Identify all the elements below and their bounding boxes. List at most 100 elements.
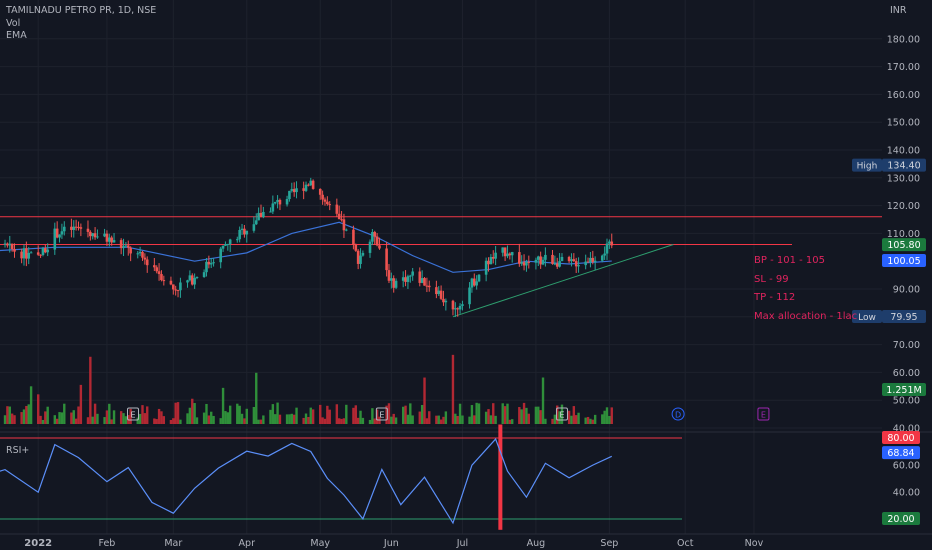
candle-body	[454, 308, 457, 310]
volume-bar	[404, 405, 407, 424]
volume-bar	[368, 419, 372, 424]
volume-bar	[58, 412, 61, 424]
candle-body	[226, 243, 230, 245]
candle-body	[153, 265, 156, 268]
candle-body	[318, 188, 322, 195]
volume-bar	[141, 405, 144, 424]
candle-body	[368, 241, 372, 253]
candle-body	[451, 300, 455, 310]
candle-body	[489, 257, 493, 265]
volume-bar	[501, 403, 504, 424]
ema-legend[interactable]: EMA	[6, 30, 27, 41]
volume-bar	[174, 402, 177, 424]
volume-bar	[309, 407, 312, 424]
volume-bar	[387, 403, 391, 424]
volume-bar	[418, 411, 421, 424]
volume-bar	[70, 412, 73, 424]
candle-body	[541, 259, 545, 265]
candle-body	[608, 241, 611, 244]
time-tick-label: Nov	[745, 538, 764, 549]
candle-body	[605, 243, 609, 254]
candle-body	[551, 254, 554, 264]
candle-body	[254, 220, 258, 225]
volume-bar	[572, 406, 576, 424]
candle-body	[91, 233, 95, 237]
candle-body	[25, 248, 28, 259]
candle-body	[437, 290, 441, 295]
candle-body	[487, 260, 490, 265]
volume-bar	[503, 406, 507, 424]
candle-body	[96, 236, 99, 238]
candle-body	[219, 248, 222, 263]
candle-body	[36, 252, 40, 255]
symbol-title[interactable]: TAMILNADU PETRO PR, 1D, NSE	[6, 5, 156, 16]
volume-bar	[494, 415, 497, 424]
candle-body	[534, 259, 538, 263]
candle-body	[207, 261, 211, 265]
rsi-legend[interactable]: RSI+	[6, 445, 29, 456]
earnings-marker-label: E	[761, 411, 766, 420]
volume-bar	[319, 404, 322, 424]
chart-canvas[interactable]: E E E D E 180.00 170.00 160.00 150.00 140.00 130.…	[0, 0, 932, 550]
candle-body	[188, 275, 192, 281]
volume-bar	[240, 413, 244, 424]
candle-body	[378, 245, 381, 249]
volume-bar	[335, 404, 339, 424]
volume-bar	[461, 415, 464, 424]
candle-body	[371, 232, 374, 242]
candle-body	[124, 245, 128, 247]
candle-body	[574, 261, 578, 267]
volume-bar	[262, 415, 265, 424]
candle-body	[162, 280, 166, 282]
earnings-marker-label: E	[379, 411, 384, 420]
candle-body	[558, 261, 561, 267]
volume-bar	[10, 413, 14, 424]
volume-bar	[425, 418, 429, 424]
candle-body	[39, 254, 42, 256]
candle-body	[352, 229, 355, 245]
candle-body	[404, 277, 407, 282]
candle-body	[292, 189, 296, 193]
volume-bar	[518, 407, 521, 424]
annotation-bp: BP - 101 - 105	[754, 255, 825, 266]
rsi-highlight-bar	[498, 424, 503, 530]
candle-body	[257, 212, 260, 221]
annotation-allocation: Max allocation - 1lac	[754, 311, 858, 322]
volume-bar	[323, 418, 327, 424]
volume-bar	[534, 406, 538, 424]
candle-body	[160, 274, 163, 281]
volume-bar	[477, 403, 481, 424]
volume-bar	[435, 415, 438, 424]
volume-legend[interactable]: Vol	[6, 18, 20, 29]
volume-bar	[356, 417, 360, 424]
candle-body	[468, 287, 471, 305]
time-tick-label: Aug	[527, 538, 546, 549]
volume-bar	[371, 408, 374, 424]
candle-body	[475, 281, 478, 286]
volume-bar	[553, 414, 557, 424]
volume-bar	[172, 418, 175, 424]
key-price-name: High	[857, 162, 878, 172]
volume-bar	[487, 409, 490, 424]
candle-body	[141, 251, 144, 258]
price-tick-label: 60.00	[893, 368, 920, 379]
volume-bar	[274, 414, 277, 424]
candle-body	[577, 265, 580, 267]
candle-body	[138, 251, 142, 254]
volume-bar	[328, 409, 331, 424]
volume-bar	[591, 419, 594, 424]
candle-body	[354, 244, 358, 251]
candle-body	[155, 267, 159, 272]
volume-bar	[537, 406, 540, 424]
volume-bar	[74, 418, 78, 424]
candle-body	[276, 199, 279, 202]
key-price-value: 134.40	[887, 161, 920, 172]
candle-body	[337, 213, 341, 220]
volume-bar	[89, 356, 92, 424]
time-tick-label: 2022	[24, 538, 52, 549]
candle-body	[439, 290, 443, 299]
candle-body	[508, 253, 512, 256]
candle-body	[3, 243, 7, 245]
candle-body	[20, 251, 23, 259]
volume-bar	[245, 408, 248, 424]
